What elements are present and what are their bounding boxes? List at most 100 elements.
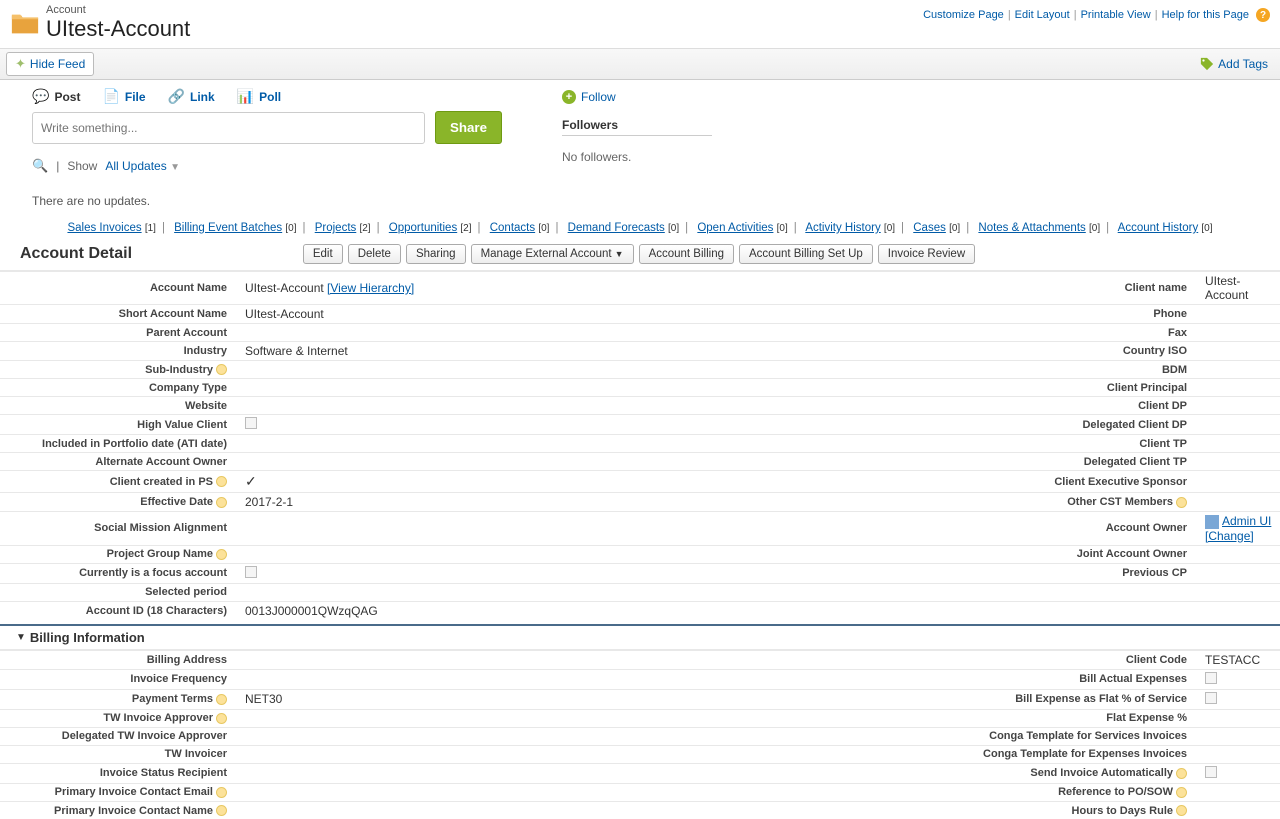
field-label: Send Invoice Automatically xyxy=(875,763,1195,783)
hide-feed-label: Hide Feed xyxy=(30,57,85,71)
printable-view-link[interactable]: Printable View xyxy=(1081,9,1151,21)
info-icon[interactable] xyxy=(1176,805,1187,816)
field-label: Fax xyxy=(875,324,1195,342)
field-label: Included in Portfolio date (ATI date) xyxy=(0,435,235,453)
related-link[interactable]: Opportunities xyxy=(389,222,457,234)
field-label: Reference to PO/SOW xyxy=(875,783,1195,801)
info-icon[interactable] xyxy=(1176,768,1187,779)
field-label: Bill Actual Expenses xyxy=(875,669,1195,689)
account-billing-button[interactable]: Account Billing xyxy=(639,244,734,264)
billing-section-header[interactable]: ▼ Billing Information xyxy=(0,626,1280,649)
related-link[interactable]: Cases xyxy=(913,222,946,234)
field-value xyxy=(1195,435,1280,453)
field-value xyxy=(235,415,875,435)
chevron-down-icon: ▼ xyxy=(170,162,180,173)
field-label: Client name xyxy=(875,271,1195,305)
field-label: Selected period xyxy=(0,583,235,601)
edit-layout-link[interactable]: Edit Layout xyxy=(1015,9,1070,21)
edit-button[interactable]: Edit xyxy=(303,244,343,264)
field-value xyxy=(1195,583,1280,601)
field-label: Parent Account xyxy=(0,324,235,342)
compose-input[interactable] xyxy=(32,112,425,144)
detail-title: Account Detail xyxy=(20,245,132,263)
info-icon[interactable] xyxy=(216,497,227,508)
related-link[interactable]: Open Activities xyxy=(697,222,773,234)
detail-buttons: Edit Delete Sharing Manage External Acco… xyxy=(144,244,1134,264)
share-button[interactable]: Share xyxy=(435,111,502,144)
field-label: Invoice Status Recipient xyxy=(0,763,235,783)
info-icon[interactable] xyxy=(216,549,227,560)
field-value xyxy=(1195,342,1280,361)
field-label: Industry xyxy=(0,342,235,361)
hide-feed-button[interactable]: ✦ Hide Feed xyxy=(6,52,94,76)
publisher-tab-poll[interactable]: 📊Poll xyxy=(237,88,281,105)
add-tags-button[interactable]: Add Tags xyxy=(1194,54,1274,74)
info-icon[interactable] xyxy=(1176,787,1187,798)
info-icon[interactable] xyxy=(216,805,227,816)
follow-button[interactable]: + Follow xyxy=(562,90,712,104)
manage-external-button[interactable]: Manage External Account▼ xyxy=(471,244,634,264)
compose-row: Share xyxy=(32,111,502,144)
field-label: Conga Template for Services Invoices xyxy=(875,727,1195,745)
field-label: Bill Expense as Flat % of Service xyxy=(875,689,1195,709)
publisher-tab-link[interactable]: 🔗Link xyxy=(168,88,215,105)
delete-button[interactable]: Delete xyxy=(348,244,401,264)
followers-divider xyxy=(562,135,712,136)
info-icon[interactable] xyxy=(1176,497,1187,508)
related-link[interactable]: Contacts xyxy=(490,222,535,234)
info-icon[interactable] xyxy=(216,476,227,487)
field-label: Currently is a focus account xyxy=(0,563,235,583)
field-label: Country ISO xyxy=(875,342,1195,361)
field-value xyxy=(235,379,875,397)
related-link[interactable]: Account History xyxy=(1118,222,1199,234)
related-link[interactable]: Activity History xyxy=(805,222,880,234)
feed-area: 💬Post 📄File 🔗Link 📊Poll Share 🔍 | Show A… xyxy=(0,80,1280,216)
field-value xyxy=(235,563,875,583)
owner-link[interactable]: Admin UI xyxy=(1222,514,1271,528)
sharing-button[interactable]: Sharing xyxy=(406,244,466,264)
triangle-down-icon: ▼ xyxy=(16,632,26,643)
related-link[interactable]: Sales Invoices xyxy=(67,222,141,234)
customize-page-link[interactable]: Customize Page xyxy=(923,9,1004,21)
related-link[interactable]: Demand Forecasts xyxy=(568,222,665,234)
header-title-group: Account UItest-Account xyxy=(46,4,190,42)
related-link[interactable]: Billing Event Batches xyxy=(174,222,282,234)
chevron-down-icon: ▼ xyxy=(615,249,624,259)
info-icon[interactable] xyxy=(216,694,227,705)
poll-icon: 📊 xyxy=(237,88,254,105)
field-label: BDM xyxy=(875,361,1195,379)
change-owner-link[interactable]: [Change] xyxy=(1205,529,1254,543)
related-link[interactable]: Projects xyxy=(315,222,357,234)
field-label: Primary Invoice Contact Name xyxy=(0,801,235,819)
field-value xyxy=(1195,415,1280,435)
field-label: Client Executive Sponsor xyxy=(875,471,1195,493)
field-value xyxy=(235,324,875,342)
field-value xyxy=(1195,801,1280,819)
field-label: TW Invoicer xyxy=(0,745,235,763)
field-value xyxy=(235,361,875,379)
help-link[interactable]: Help for this Page xyxy=(1162,9,1249,21)
field-label xyxy=(875,583,1195,601)
info-icon[interactable] xyxy=(216,713,227,724)
view-hierarchy-link[interactable]: [View Hierarchy] xyxy=(327,281,414,295)
field-value xyxy=(1195,709,1280,727)
related-link[interactable]: Notes & Attachments xyxy=(978,222,1085,234)
tag-icon xyxy=(1200,57,1214,71)
feed-filter-select[interactable]: All Updates ▼ xyxy=(105,159,180,173)
account-billing-setup-button[interactable]: Account Billing Set Up xyxy=(739,244,873,264)
field-label: Effective Date xyxy=(0,493,235,512)
help-icon[interactable]: ? xyxy=(1256,8,1270,22)
field-label: Account Owner xyxy=(875,512,1195,546)
feed-toolbar: ✦ Hide Feed Add Tags xyxy=(0,48,1280,80)
field-value xyxy=(235,435,875,453)
publisher-tab-file[interactable]: 📄File xyxy=(102,88,145,105)
invoice-review-button[interactable]: Invoice Review xyxy=(878,244,975,264)
field-value: UItest-Account xyxy=(235,305,875,324)
field-value xyxy=(235,783,875,801)
info-icon[interactable] xyxy=(216,364,227,375)
search-icon[interactable]: 🔍 xyxy=(32,158,48,174)
publisher-tab-post[interactable]: 💬Post xyxy=(32,88,80,105)
field-value xyxy=(1195,669,1280,689)
field-value xyxy=(1195,471,1280,493)
info-icon[interactable] xyxy=(216,787,227,798)
